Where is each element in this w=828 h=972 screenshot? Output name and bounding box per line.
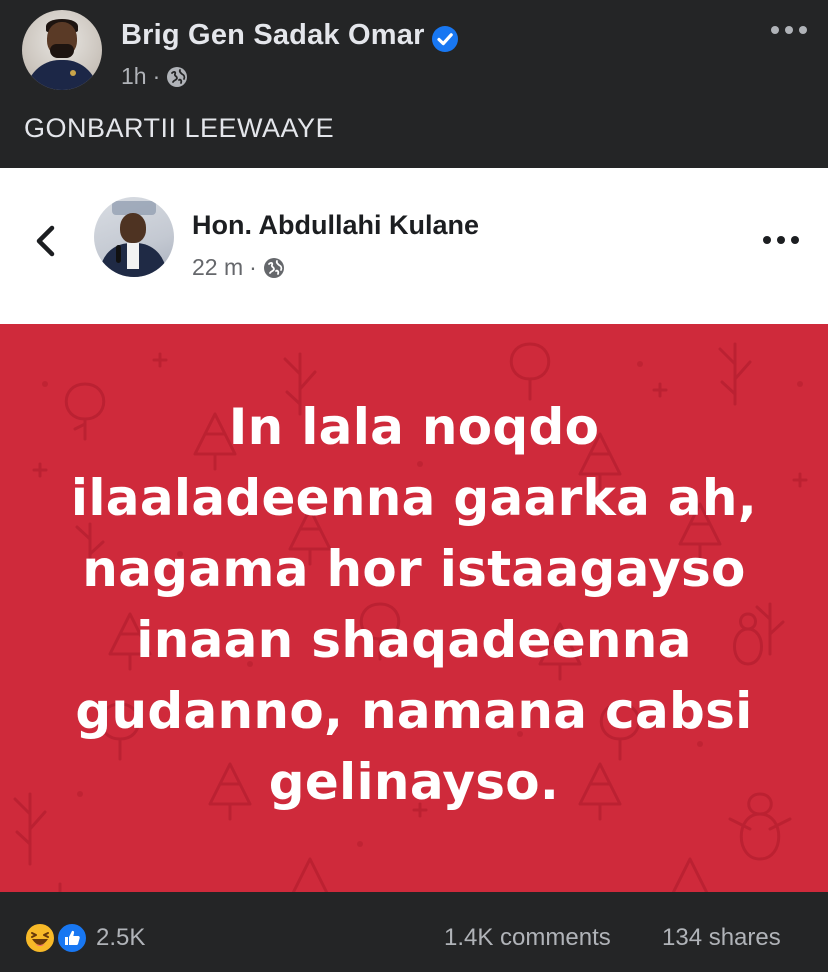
shared-post-timestamp: 22 m bbox=[192, 254, 244, 280]
quote-card: In lala noqdo ilaaladeenna gaarka ah, na… bbox=[0, 324, 828, 892]
quote-line: nagama hor istaagayso bbox=[82, 540, 746, 598]
chevron-left-icon bbox=[36, 225, 55, 257]
like-reaction-icon bbox=[56, 922, 88, 954]
quote-line: inaan shaqadeenna bbox=[136, 611, 692, 669]
haha-reaction-icon bbox=[24, 922, 56, 954]
comments-count[interactable]: 1.4K comments bbox=[444, 924, 611, 952]
shared-more-options-icon bbox=[763, 234, 799, 246]
author-avatar[interactable] bbox=[22, 10, 102, 90]
shared-screenshot-image[interactable]: Hon. Abdullahi Kulane 22 m · In lala noq… bbox=[0, 168, 828, 892]
shared-author-name: Hon. Abdullahi Kulane bbox=[192, 210, 479, 240]
verified-badge-icon bbox=[432, 26, 458, 52]
quote-line: gudanno, namana cabsi bbox=[75, 682, 753, 740]
shared-author-avatar bbox=[94, 197, 174, 277]
facebook-post: Brig Gen Sadak Omar 1h · GONBARTII LEEWA… bbox=[0, 0, 828, 972]
quote-line: In lala noqdo bbox=[228, 398, 600, 456]
meta-separator: · bbox=[152, 63, 161, 89]
quote-text: In lala noqdo ilaaladeenna gaarka ah, na… bbox=[0, 392, 828, 818]
quote-line: ilaaladeenna gaarka ah, bbox=[70, 469, 758, 527]
globe-icon bbox=[263, 257, 284, 278]
post-header: Brig Gen Sadak Omar 1h · GONBARTII LEEWA… bbox=[0, 0, 828, 143]
more-options-icon[interactable] bbox=[771, 24, 807, 36]
reaction-count[interactable]: 2.5K bbox=[96, 924, 145, 952]
shares-count[interactable]: 134 shares bbox=[662, 924, 781, 952]
shared-meta-separator: · bbox=[249, 254, 257, 280]
author-name[interactable]: Brig Gen Sadak Omar bbox=[121, 19, 425, 52]
post-timestamp[interactable]: 1h bbox=[121, 63, 147, 90]
post-caption: GONBARTII LEEWAAYE bbox=[24, 113, 335, 143]
globe-icon[interactable] bbox=[166, 66, 188, 88]
quote-line: gelinayso. bbox=[268, 753, 560, 811]
shared-post-header: Hon. Abdullahi Kulane 22 m · bbox=[0, 168, 828, 324]
shared-post-meta: 22 m · bbox=[192, 254, 285, 281]
reaction-icons[interactable] bbox=[24, 922, 90, 954]
post-meta: 1h · bbox=[121, 63, 188, 90]
